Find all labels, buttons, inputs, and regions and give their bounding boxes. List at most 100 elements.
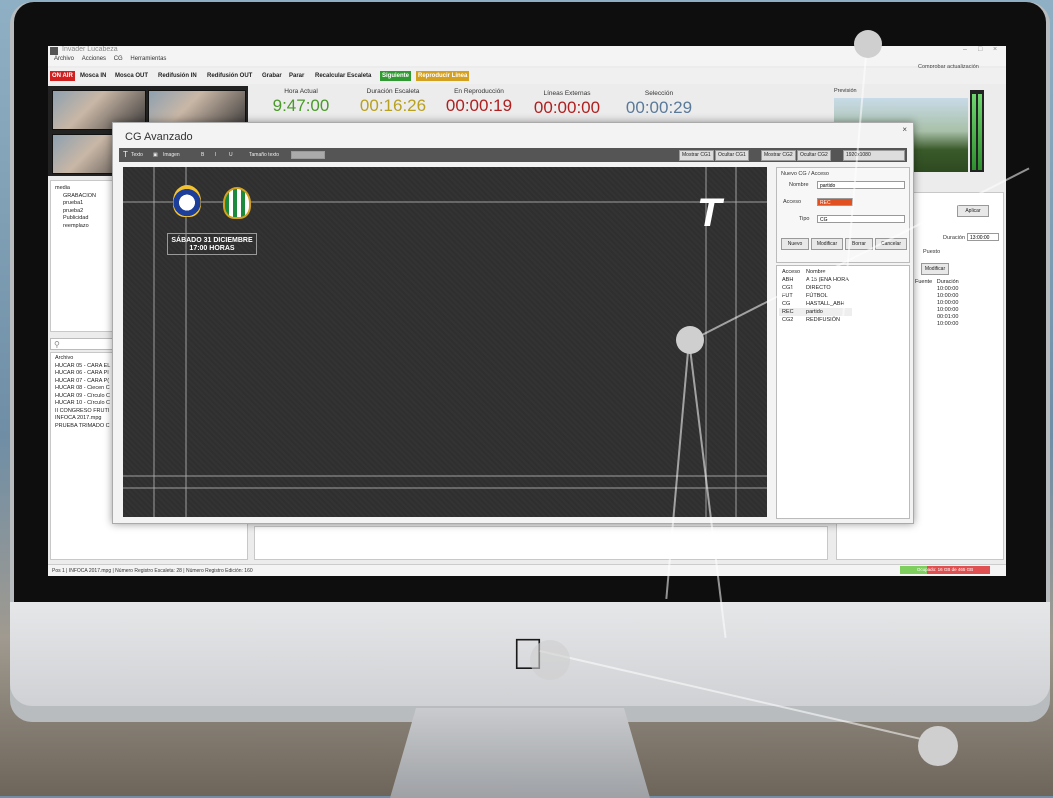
minimize-icon[interactable]: – xyxy=(963,46,967,53)
file-item[interactable]: PRUEBA TRIMADO C xyxy=(55,423,110,431)
match-date-box[interactable]: SÁBADO 31 DICIEMBRE 17:00 HORAS xyxy=(167,233,257,255)
bold-icon[interactable]: B xyxy=(201,150,204,160)
folder-item[interactable]: media xyxy=(55,185,96,193)
mosca-in-button[interactable]: Mosca IN xyxy=(78,71,108,81)
file-item[interactable]: HUCAR 09 - Círculo C xyxy=(55,393,110,401)
modify-button[interactable]: Modificar xyxy=(921,263,949,275)
clock-label: Líneas Externas xyxy=(543,90,591,97)
audio-meter xyxy=(970,90,984,172)
dialog-title: CG Avanzado xyxy=(125,131,193,143)
channel-logo[interactable]: T xyxy=(697,193,721,233)
parar-button[interactable]: Parar xyxy=(287,71,306,81)
duration-item[interactable]: 10:00:00 xyxy=(915,300,1001,307)
clock-label: En Reproducción xyxy=(454,88,504,95)
reproducir-linea-button[interactable]: Reproducir Linea xyxy=(416,71,470,81)
shortcut-input[interactable]: REC xyxy=(817,198,853,206)
safe-area-guide xyxy=(735,167,737,517)
table-row[interactable]: CG2 REDIFUSIÓN xyxy=(779,316,852,324)
file-item[interactable]: HUCAR 05 - CARA EL xyxy=(55,363,110,371)
status-text: Pos 1 | INFOCA 2017.mpg | Número Registr… xyxy=(52,568,253,574)
name-input[interactable]: partido xyxy=(817,181,905,189)
close-icon[interactable]: × xyxy=(902,125,907,134)
monitor-stand xyxy=(390,708,650,798)
row-key: CG xyxy=(782,301,791,307)
italic-icon[interactable]: I xyxy=(215,150,216,160)
menu-herramientas[interactable]: Herramientas xyxy=(130,56,166,62)
decor-node xyxy=(676,326,704,354)
file-item[interactable]: HUCAR 10 - Círculo C xyxy=(55,400,110,408)
table-row[interactable]: CG HASTALL_ABH xyxy=(779,300,852,308)
new-button[interactable]: Nuevo xyxy=(781,238,809,250)
file-item[interactable]: HUCAR 06 - CARA PI xyxy=(55,370,110,378)
table-row[interactable]: REC partido xyxy=(779,308,852,316)
menu-cg[interactable]: CG xyxy=(114,56,123,62)
image-tool-label[interactable]: Imagen xyxy=(163,150,180,160)
recalcular-escaleta-button[interactable]: Recalcular Escaleta xyxy=(313,71,373,81)
safe-area-guide xyxy=(123,475,767,477)
preview-label: Previsión xyxy=(834,88,857,94)
file-item[interactable]: II CONGRESO FRUTI xyxy=(55,408,110,416)
close-icon[interactable]: × xyxy=(993,46,997,53)
folder-item[interactable]: prueba1 xyxy=(55,200,96,208)
duration-field[interactable]: 13:00:00 xyxy=(967,233,999,241)
row-key: CG2 xyxy=(782,317,794,323)
cg-toolbar: T Texto ▣ Imagen B I U Tamaño texto Most… xyxy=(119,148,907,162)
folder-item[interactable]: prueba2 xyxy=(55,208,96,216)
underline-icon[interactable]: U xyxy=(229,150,233,160)
row-key: REC xyxy=(782,309,794,315)
team-crest-away[interactable] xyxy=(223,187,251,219)
file-item[interactable]: HUCAR 07 - CARA P( xyxy=(55,378,110,386)
image-tool-icon[interactable]: ▣ xyxy=(153,150,158,160)
status-bar: Pos 1 | INFOCA 2017.mpg | Número Registr… xyxy=(48,564,1006,576)
apply-button[interactable]: Aplicar xyxy=(957,205,989,217)
row-name: REDIFUSIÓN xyxy=(806,317,840,323)
duration-item[interactable]: 00:01:00 xyxy=(915,314,1001,321)
duration-item[interactable]: 10:00:00 xyxy=(915,307,1001,314)
table-row[interactable]: FUT FÚTBOL xyxy=(779,292,852,300)
duration-item[interactable]: 10:00:00 xyxy=(915,321,1001,328)
type-label: Tipo xyxy=(799,216,810,222)
file-item[interactable]: INFOCA 2017.mpg xyxy=(55,415,110,423)
cg-shortcut-panel: Nuevo CG / Acceso Nombre partido Acceso … xyxy=(776,167,910,519)
clock-label: Duración Escaleta xyxy=(366,88,420,95)
redifusion-in-button[interactable]: Redifusión IN xyxy=(156,71,199,81)
show-cg1-button[interactable]: Mostrar CG1 xyxy=(679,150,714,161)
screen: Invader Lucabeza – □ × Archivo Acciones … xyxy=(48,46,1006,576)
text-tool-label[interactable]: Texto xyxy=(131,150,143,160)
decor-node xyxy=(854,30,882,58)
duration-item[interactable]: 10:00:00 xyxy=(915,286,1001,293)
font-size-label: Tamaño texto xyxy=(249,152,280,158)
show-cg2-button[interactable]: Mostrar CG2 xyxy=(761,150,796,161)
cg-canvas[interactable]: SÁBADO 31 DICIEMBRE 17:00 HORAS T xyxy=(123,167,767,517)
durations-list: Fuente Duración 10:00:00 10:00:00 10:00:… xyxy=(915,279,1001,328)
on-air-button[interactable]: ON AIR xyxy=(50,71,75,81)
rundown-panel xyxy=(254,526,828,560)
menu-archivo[interactable]: Archivo xyxy=(54,56,74,62)
audio-meter-right xyxy=(978,94,982,170)
safe-area-guide xyxy=(123,487,767,489)
position-label: Puesto xyxy=(923,249,941,255)
new-cg-form: Nuevo CG / Acceso Nombre partido Acceso … xyxy=(776,167,910,263)
grabar-button[interactable]: Grabar xyxy=(260,71,284,81)
redifusion-out-button[interactable]: Redifusión OUT xyxy=(205,71,254,81)
mosca-out-button[interactable]: Mosca OUT xyxy=(113,71,150,81)
folder-item[interactable]: GRABACION xyxy=(55,193,96,201)
resolution-select[interactable]: 1920x1080 xyxy=(843,150,905,161)
modify-button[interactable]: Modificar xyxy=(811,238,843,250)
duration-item[interactable]: 10:00:00 xyxy=(915,293,1001,300)
team-crest-home[interactable] xyxy=(173,185,201,217)
font-size-select[interactable] xyxy=(291,151,325,159)
folder-item[interactable]: reemplazo xyxy=(55,223,96,231)
maximize-icon[interactable]: □ xyxy=(978,46,982,53)
clock-label: Selección xyxy=(644,90,674,97)
type-select[interactable]: CG xyxy=(817,215,905,223)
menu-acciones[interactable]: Acciones xyxy=(82,56,106,62)
text-tool-icon[interactable]: T xyxy=(123,150,128,160)
hide-cg2-button[interactable]: Ocultar CG2 xyxy=(797,150,831,161)
siguiente-button[interactable]: Siguiente xyxy=(380,71,412,81)
file-item[interactable]: HUCAR 08 - Ciecen C xyxy=(55,385,110,393)
hide-cg1-button[interactable]: Ocultar CG1 xyxy=(715,150,749,161)
safe-area-guide xyxy=(123,201,767,203)
list-header: Duración xyxy=(936,279,959,285)
folder-item[interactable]: Publicidad xyxy=(55,215,96,223)
